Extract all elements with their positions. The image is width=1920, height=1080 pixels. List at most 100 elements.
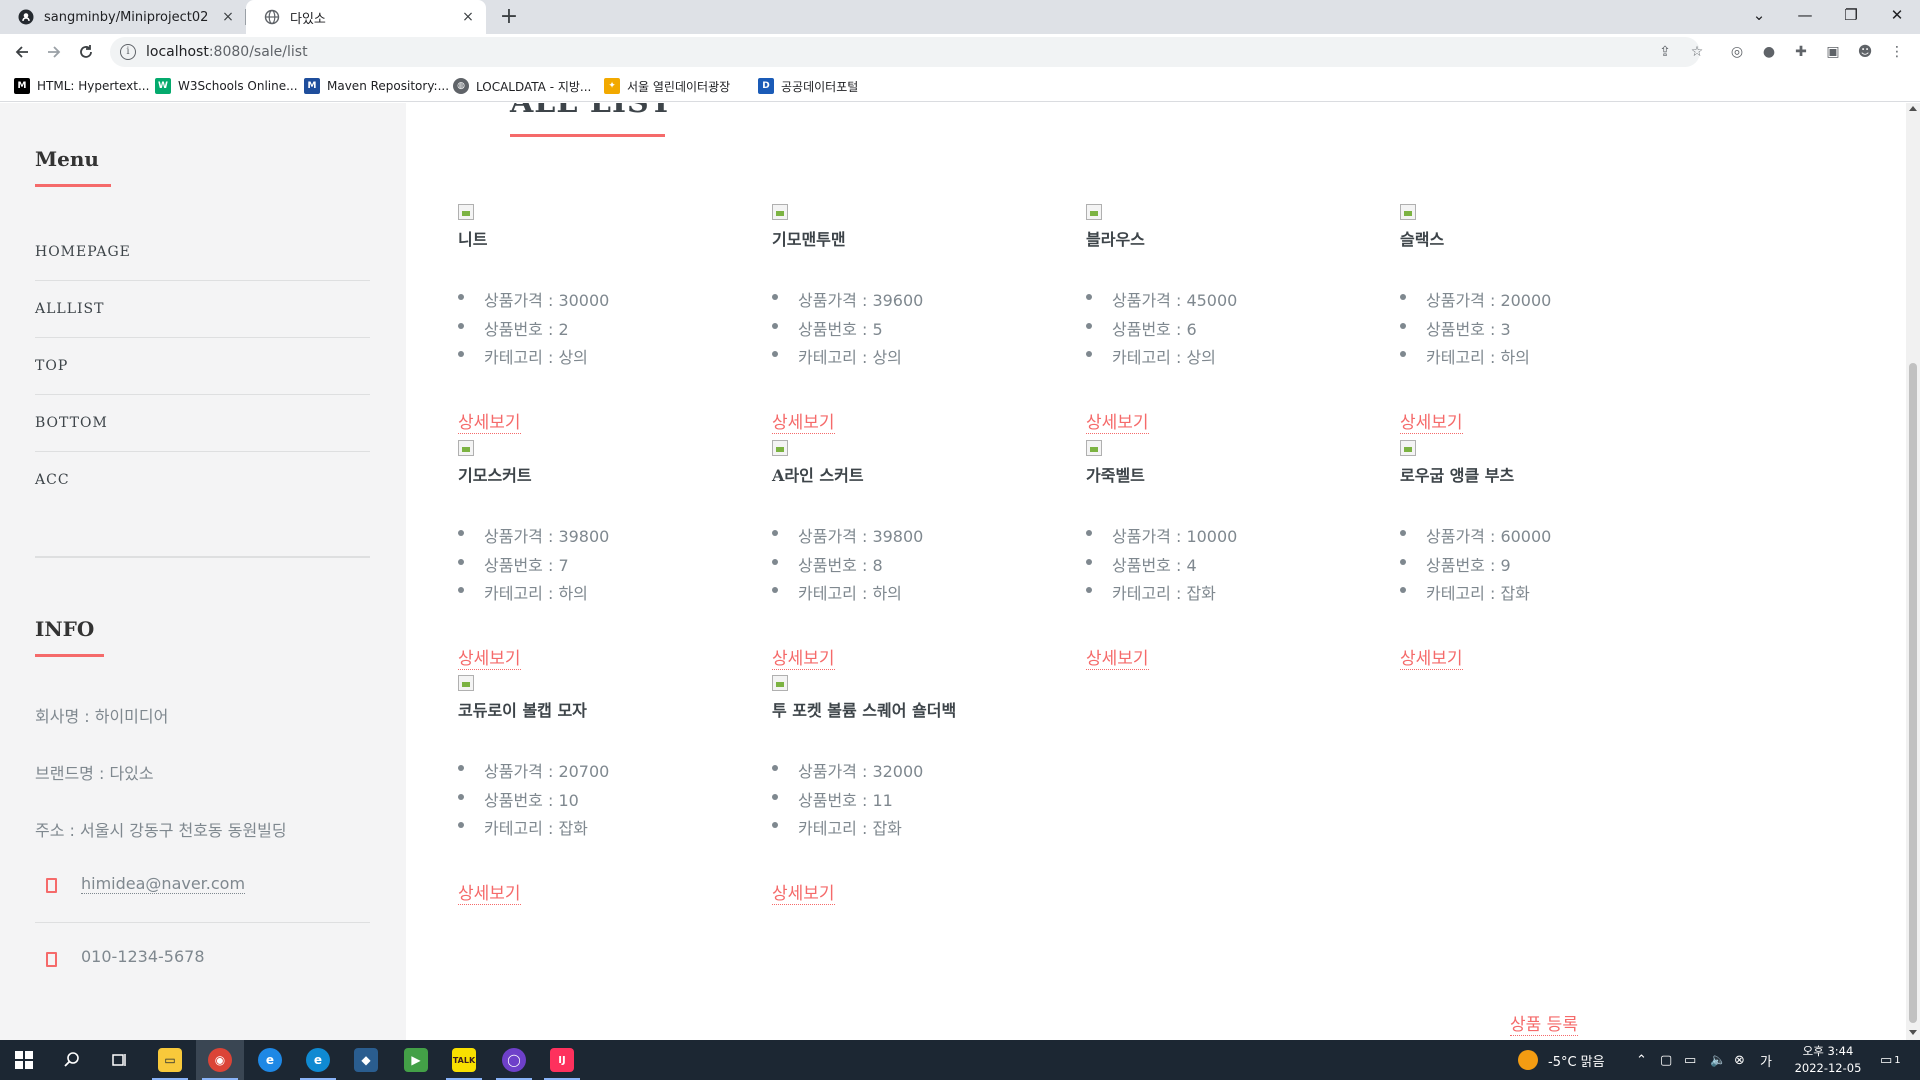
arrow-right-icon (48, 46, 61, 58)
sidebar-item-acc[interactable]: ACC (35, 451, 370, 508)
taskbar-internet-explorer[interactable]: e (246, 1040, 294, 1080)
taskbar-kakaotalk[interactable]: TALK (440, 1040, 488, 1080)
close-icon[interactable]: × (218, 7, 238, 27)
detail-link[interactable]: 상세보기 (772, 408, 835, 434)
product-name: 블라우스 (1086, 230, 1145, 249)
broken-image-icon (458, 675, 474, 691)
network-icon[interactable]: ▭ (1684, 1040, 1696, 1080)
forward-button[interactable] (40, 38, 68, 66)
product-category: 카테고리 : 잡화 (1086, 580, 1237, 609)
window-close-button[interactable]: ✕ (1874, 0, 1920, 30)
tray-chevron-icon[interactable]: ⌃ (1636, 1040, 1647, 1080)
detail-link[interactable]: 상세보기 (1400, 644, 1463, 670)
detail-link[interactable]: 상세보기 (772, 644, 835, 670)
tray-meet-icon[interactable]: ▢ (1660, 1040, 1672, 1080)
product-price: 상품가격 : 60000 (1400, 523, 1551, 552)
notification-center[interactable]: ▭ 1 (1880, 1040, 1901, 1080)
detail-link[interactable]: 상세보기 (1086, 408, 1149, 434)
extension-globe-icon[interactable]: ● (1760, 43, 1778, 61)
scroll-thumb[interactable] (1909, 363, 1917, 1023)
taskbar-clock[interactable]: 오후 3:44 2022-12-05 (1788, 1043, 1868, 1077)
minimize-button[interactable]: — (1782, 0, 1828, 30)
broken-image-icon (1086, 204, 1102, 220)
detail-link[interactable]: 상세보기 (458, 879, 521, 905)
product-name: 슬랙스 (1400, 230, 1445, 249)
back-button[interactable] (8, 38, 36, 66)
tab-current[interactable]: 다있소 × (246, 0, 486, 34)
site-info-icon[interactable]: i (120, 44, 136, 60)
share-icon[interactable]: ⇪ (1656, 43, 1674, 61)
detail-link[interactable]: 상세보기 (772, 879, 835, 905)
search-icon (64, 1052, 79, 1067)
bookmark-seoul-data[interactable]: ✦ 서울 열린데이터광장 (604, 77, 730, 95)
product-category: 카테고리 : 잡화 (772, 815, 923, 844)
extensions-puzzle-icon[interactable]: ✚ (1792, 43, 1810, 61)
sidebar-item-top[interactable]: TOP (35, 337, 370, 394)
bookmark-data-portal[interactable]: D 공공데이터포털 (758, 77, 858, 95)
tab-github[interactable]: sangminby/Miniproject02 × (0, 0, 246, 34)
task-view-icon (112, 1054, 126, 1066)
extension-icon[interactable]: ◎ (1728, 43, 1746, 61)
product-name: 기모맨투맨 (772, 230, 846, 249)
volume-icon[interactable]: 🔈 (1710, 1040, 1726, 1080)
scroll-down-icon[interactable] (1909, 1030, 1917, 1035)
bookmark-maven[interactable]: M Maven Repository:... (304, 77, 449, 95)
detail-link[interactable]: 상세보기 (1400, 408, 1463, 434)
start-button[interactable] (0, 1040, 48, 1080)
taskbar-media-app[interactable]: ▶ (392, 1040, 440, 1080)
ime-icon[interactable]: 가 (1760, 1040, 1772, 1080)
search-button[interactable] (48, 1040, 96, 1080)
url-text: localhost:8080/sale/list (146, 44, 308, 60)
contact-email[interactable]: himidea@naver.com (81, 874, 246, 894)
side-panel-icon[interactable]: ▣ (1824, 43, 1842, 61)
edge-icon: e (306, 1048, 330, 1072)
more-menu-icon[interactable]: ⋮ (1888, 43, 1906, 61)
product-name: 로우굽 앵클 부츠 (1400, 466, 1515, 485)
sidebar-item-bottom[interactable]: BOTTOM (35, 394, 370, 451)
tab-search-button[interactable]: ⌄ (1736, 0, 1782, 30)
product-number: 상품번호 : 10 (458, 787, 609, 816)
product-number: 상품번호 : 8 (772, 552, 923, 581)
notification-icon: ▭ (1880, 1052, 1893, 1068)
sidebar-item-alllist[interactable]: ALLLIST (35, 280, 370, 337)
taskbar-github-desktop[interactable]: ◯ (490, 1040, 538, 1080)
weather-widget[interactable]: -5°C 맑음 (1518, 1040, 1605, 1080)
scroll-up-icon[interactable] (1909, 106, 1917, 111)
page-title-underline (510, 134, 665, 137)
detail-link[interactable]: 상세보기 (1086, 644, 1149, 670)
product-price: 상품가격 : 39800 (458, 523, 609, 552)
close-icon[interactable]: × (458, 7, 478, 27)
sidebar-item-homepage[interactable]: HOMEPAGE (35, 223, 370, 280)
detail-link[interactable]: 상세보기 (458, 408, 521, 434)
taskbar-mysql-workbench[interactable]: ◆ (342, 1040, 390, 1080)
globe-icon (264, 9, 280, 25)
task-view-button[interactable] (96, 1040, 144, 1080)
taskbar-file-explorer[interactable]: ▭ (146, 1040, 194, 1080)
bookmark-star-icon[interactable]: ☆ (1688, 43, 1706, 61)
new-tab-button[interactable]: + (496, 5, 522, 31)
register-product-button[interactable]: 상품 등록 (1510, 1010, 1578, 1036)
info-heading: INFO (35, 617, 95, 641)
profile-icon[interactable]: ☻ (1856, 43, 1874, 61)
bookmark-w3schools[interactable]: W W3Schools Online... (155, 77, 298, 95)
github-icon (18, 9, 34, 25)
contact-phone: 010-1234-5678 (81, 947, 205, 966)
taskbar-edge[interactable]: e (294, 1040, 342, 1080)
bookmark-mdn[interactable]: M HTML: Hypertext... (14, 77, 149, 95)
broken-image-icon (1400, 204, 1416, 220)
bookmark-localdata[interactable]: ◍ LOCALDATA - 지방... (453, 77, 591, 95)
taskbar-chrome[interactable]: ◉ (196, 1040, 244, 1080)
reload-button[interactable] (72, 38, 100, 66)
menu-heading: Menu (35, 147, 99, 171)
restore-button[interactable]: ❐ (1828, 0, 1874, 30)
tray-status-icon[interactable]: ⊗ (1734, 1040, 1745, 1080)
address-bar[interactable]: i localhost:8080/sale/list (110, 37, 1700, 67)
product-price: 상품가격 : 39600 (772, 287, 923, 316)
page-scrollbar[interactable] (1906, 103, 1920, 1040)
sun-icon (1518, 1050, 1538, 1070)
detail-link[interactable]: 상세보기 (458, 644, 521, 670)
kakaotalk-icon: TALK (452, 1048, 476, 1072)
product-name: A라인 스커트 (772, 466, 864, 485)
taskbar-intellij[interactable]: IJ (538, 1040, 586, 1080)
notification-count: 1 (1894, 1054, 1901, 1066)
